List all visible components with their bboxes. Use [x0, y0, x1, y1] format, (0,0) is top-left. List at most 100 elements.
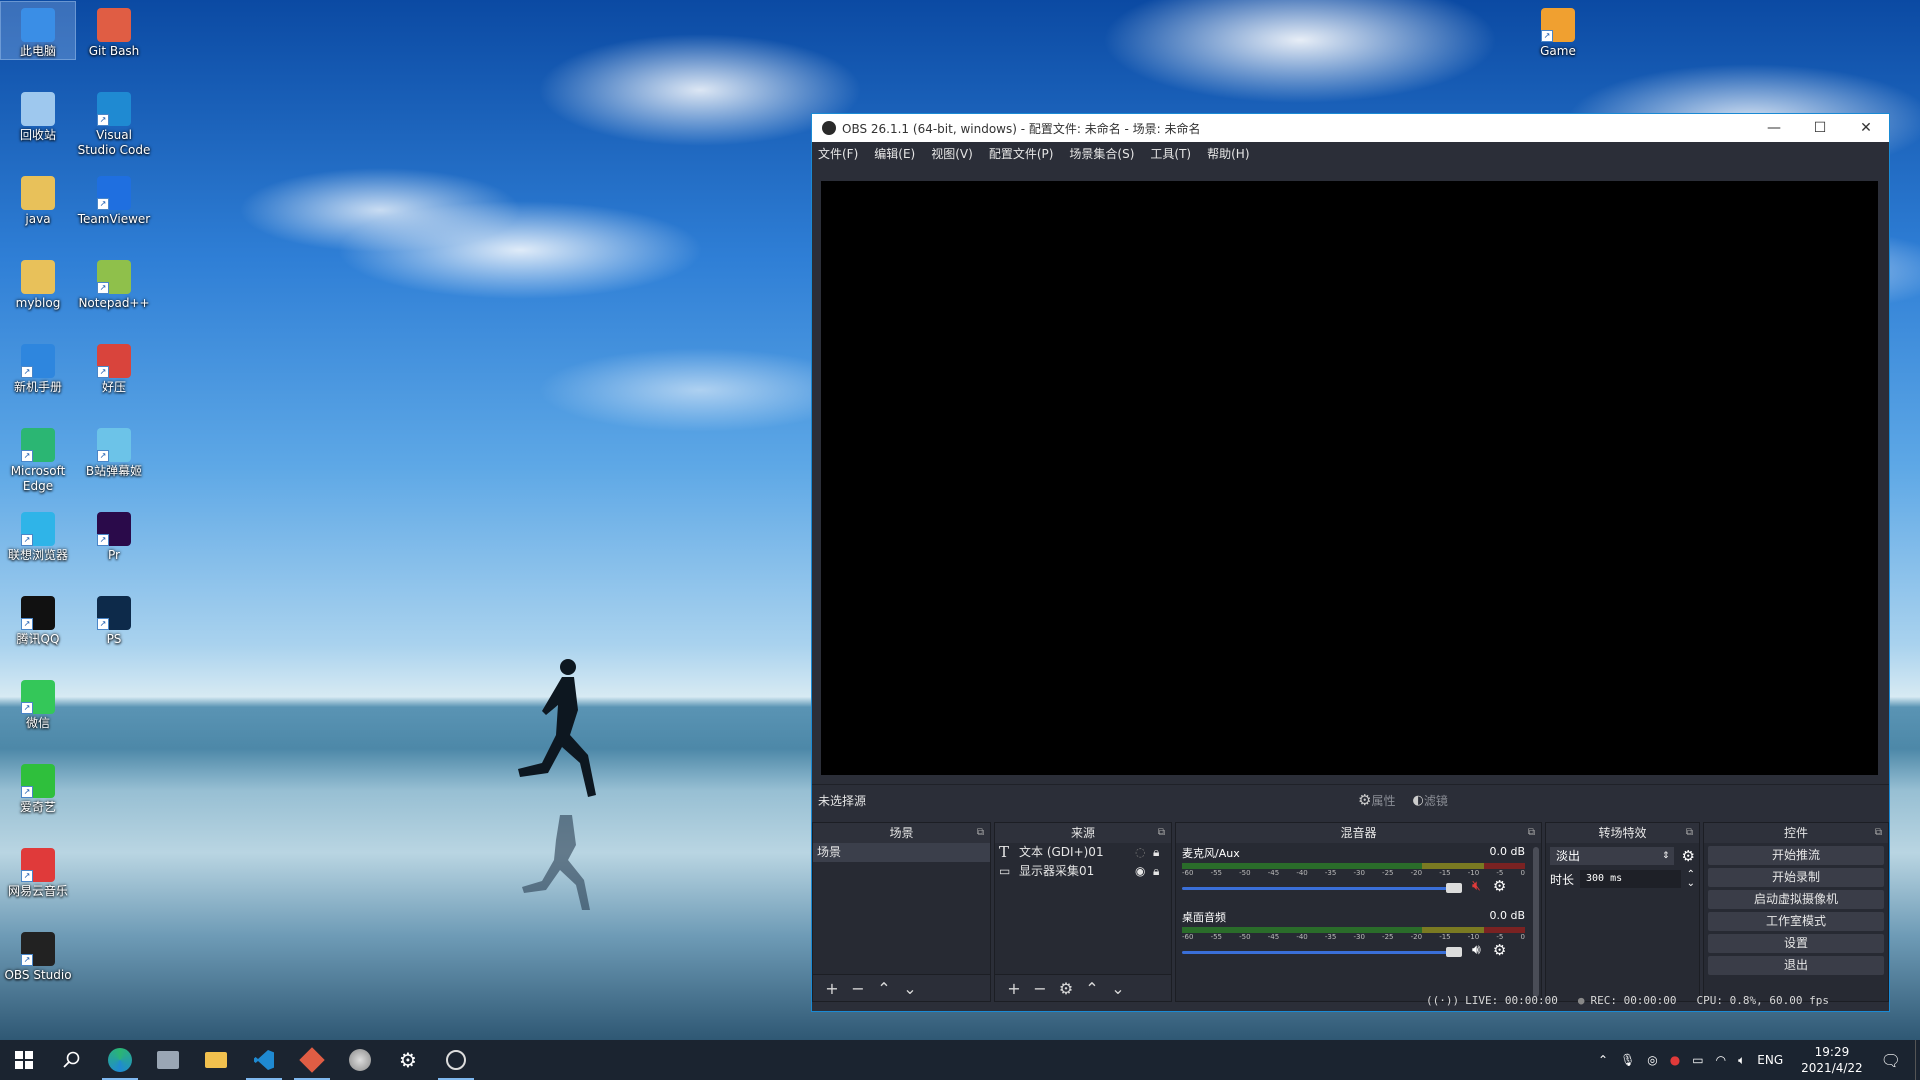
maximize-button[interactable]: ☐ — [1797, 114, 1843, 142]
gear-icon[interactable]: ⚙ — [1493, 877, 1506, 895]
desktop-icon-iqiyi[interactable]: ↗ 爱奇艺 — [1, 758, 75, 815]
lock-icon[interactable]: 🔒︎ — [1153, 862, 1171, 881]
desktop-icon-folder[interactable]: java — [1, 170, 75, 227]
desktop-icon-computer[interactable]: 此电脑 — [0, 1, 76, 60]
shortcut-arrow-icon: ↗ — [97, 534, 109, 546]
tray-expand-icon[interactable]: ⌃ — [1598, 1053, 1608, 1067]
show-desktop-button[interactable] — [1915, 1040, 1920, 1080]
taskbar-vscode[interactable] — [240, 1040, 288, 1080]
close-button[interactable]: ✕ — [1843, 114, 1889, 142]
menu-edit[interactable]: 编辑(E) — [874, 145, 915, 162]
shortcut-arrow-icon: ↗ — [21, 534, 33, 546]
scale-tick: -30 — [1353, 869, 1365, 877]
menu-view[interactable]: 视图(V) — [931, 145, 973, 162]
taskbar-obs[interactable] — [432, 1040, 480, 1080]
taskbar-settings[interactable]: ⚙ — [384, 1040, 432, 1080]
lenovo-browser-icon: ↗ — [21, 512, 55, 546]
desktop-icon-folder[interactable]: myblog — [1, 254, 75, 311]
undock-icon[interactable]: ⧉ — [1528, 823, 1535, 843]
speaker-icon[interactable]: 🔊︎ — [1472, 942, 1481, 958]
scale-tick: -25 — [1382, 933, 1394, 941]
menu-help[interactable]: 帮助(H) — [1207, 145, 1249, 162]
desktop-icon-premiere[interactable]: ↗ Pr — [77, 506, 151, 563]
obs-tray-icon[interactable]: ◎ — [1647, 1053, 1657, 1067]
netease-music-icon: ↗ — [21, 848, 55, 882]
filters-button[interactable]: ◐ 滤镜 — [1400, 792, 1447, 809]
slider-knob[interactable] — [1446, 947, 1462, 957]
menu-tools[interactable]: 工具(T) — [1150, 145, 1191, 162]
start-streaming-button[interactable]: 开始推流 — [1708, 846, 1884, 865]
spin-arrows-icon[interactable]: ⌃ ⌄ — [1687, 870, 1695, 889]
clock[interactable]: 19:29 2021/4/22 — [1801, 1044, 1863, 1076]
mixer-scrollbar[interactable] — [1533, 847, 1539, 997]
desktop-icon-wechat[interactable]: ↗ 微信 — [1, 674, 75, 731]
lock-icon[interactable]: 🔒︎ — [1153, 843, 1171, 862]
visible-eye-icon[interactable]: ◉ — [1135, 862, 1153, 881]
desktop-icon-edge[interactable]: ↗ Microsoft Edge — [1, 422, 75, 494]
desktop-icon-obs[interactable]: ↗ OBS Studio — [1, 926, 75, 983]
gear-icon[interactable]: ⚙ — [1682, 847, 1695, 865]
gear-icon[interactable]: ⚙ — [1493, 941, 1506, 959]
studio-mode-button[interactable]: 工作室模式 — [1708, 912, 1884, 931]
desktop-icon-lenovo-browser[interactable]: ↗ 联想浏览器 — [1, 506, 75, 563]
volume-slider[interactable] — [1182, 945, 1462, 959]
desktop-icon-teamviewer[interactable]: ↗ TeamViewer — [77, 170, 151, 227]
undock-icon[interactable]: ⧉ — [1158, 823, 1165, 843]
gear-icon: ⚙ — [1358, 791, 1372, 809]
desktop-icon-haozip[interactable]: ↗ 好压 — [77, 338, 151, 395]
desktop-icon-git[interactable]: Git Bash — [77, 2, 151, 59]
taskbar-git[interactable] — [288, 1040, 336, 1080]
exit-button[interactable]: 退出 — [1708, 956, 1884, 975]
clock-time: 19:29 — [1814, 1045, 1850, 1059]
undock-icon[interactable]: ⧉ — [977, 823, 984, 843]
obs-titlebar[interactable]: OBS 26.1.1 (64-bit, windows) - 配置文件: 未命名… — [812, 114, 1889, 142]
desktop-icon-bilibili[interactable]: ↗ B站弹幕姬 — [77, 422, 151, 479]
duration-spinbox[interactable]: 300 ms — [1580, 870, 1681, 888]
taskbar-edge[interactable] — [96, 1040, 144, 1080]
search-button[interactable] — [48, 1040, 96, 1080]
obs-window: OBS 26.1.1 (64-bit, windows) - 配置文件: 未命名… — [811, 113, 1890, 1012]
hidden-eye-icon[interactable]: ◌ — [1135, 843, 1153, 862]
taskbar-browser[interactable] — [336, 1040, 384, 1080]
undock-icon[interactable]: ⧉ — [1686, 823, 1693, 843]
desktop-icon-photoshop[interactable]: ↗ PS — [77, 590, 151, 647]
wifi-icon[interactable]: ◠ — [1716, 1053, 1726, 1067]
taskbar-file-manager[interactable] — [144, 1040, 192, 1080]
desktop-icon-game[interactable]: ↗ Game — [1521, 2, 1595, 59]
qq-icon: ↗ — [21, 596, 55, 630]
scale-tick: -10 — [1467, 869, 1480, 877]
desktop-icon-qq[interactable]: ↗ 腾讯QQ — [1, 590, 75, 647]
microphone-icon[interactable]: 🎙︎ — [1620, 1053, 1635, 1067]
volume-slider[interactable] — [1182, 881, 1462, 895]
source-item[interactable]: ▭ 显示器采集01 ◉ 🔒︎ — [995, 862, 1171, 881]
preview-canvas[interactable] — [821, 181, 1878, 775]
start-virtual-camera-button[interactable]: 启动虚拟摄像机 — [1708, 890, 1884, 909]
qq-tray-icon[interactable]: ● — [1670, 1053, 1680, 1067]
desktop-icon-recycle-bin[interactable]: 回收站 — [1, 86, 75, 143]
notification-center-icon[interactable]: 🗨︎ — [1881, 1051, 1901, 1070]
source-item[interactable]: T 文本 (GDI+)01 ◌ 🔒︎ — [995, 843, 1171, 862]
start-recording-button[interactable]: 开始录制 — [1708, 868, 1884, 887]
minimize-button[interactable]: — — [1751, 114, 1797, 142]
battery-icon[interactable]: ▭ — [1692, 1053, 1703, 1067]
muted-speaker-icon[interactable]: 🔇︎ — [1472, 878, 1481, 894]
properties-button[interactable]: ⚙ 属性 — [1358, 791, 1395, 809]
desktop-icon-vscode[interactable]: ↗ Visual Studio Code — [77, 86, 151, 158]
desktop-icon-label: Game — [1540, 44, 1576, 58]
transition-select[interactable]: 淡出 ⇕ — [1550, 847, 1674, 865]
slider-knob[interactable] — [1446, 883, 1462, 893]
desktop-icon-notepadpp[interactable]: ↗ Notepad++ — [77, 254, 151, 311]
settings-button[interactable]: 设置 — [1708, 934, 1884, 953]
menu-profile[interactable]: 配置文件(P) — [989, 145, 1054, 162]
taskbar-explorer[interactable] — [192, 1040, 240, 1080]
desktop-icon-netease-music[interactable]: ↗ 网易云音乐 — [1, 842, 75, 899]
menu-scene-collection[interactable]: 场景集合(S) — [1069, 145, 1134, 162]
input-language[interactable]: ENG — [1757, 1053, 1783, 1067]
scene-item[interactable]: 场景 — [813, 843, 990, 862]
undock-icon[interactable]: ⧉ — [1875, 823, 1882, 843]
menu-file[interactable]: 文件(F) — [818, 145, 858, 162]
desktop-icon-manual[interactable]: ↗ 新机手册 — [1, 338, 75, 395]
volume-icon[interactable]: 🔈︎ — [1738, 1053, 1745, 1068]
folder-icon — [205, 1052, 227, 1068]
start-button[interactable] — [0, 1040, 48, 1080]
